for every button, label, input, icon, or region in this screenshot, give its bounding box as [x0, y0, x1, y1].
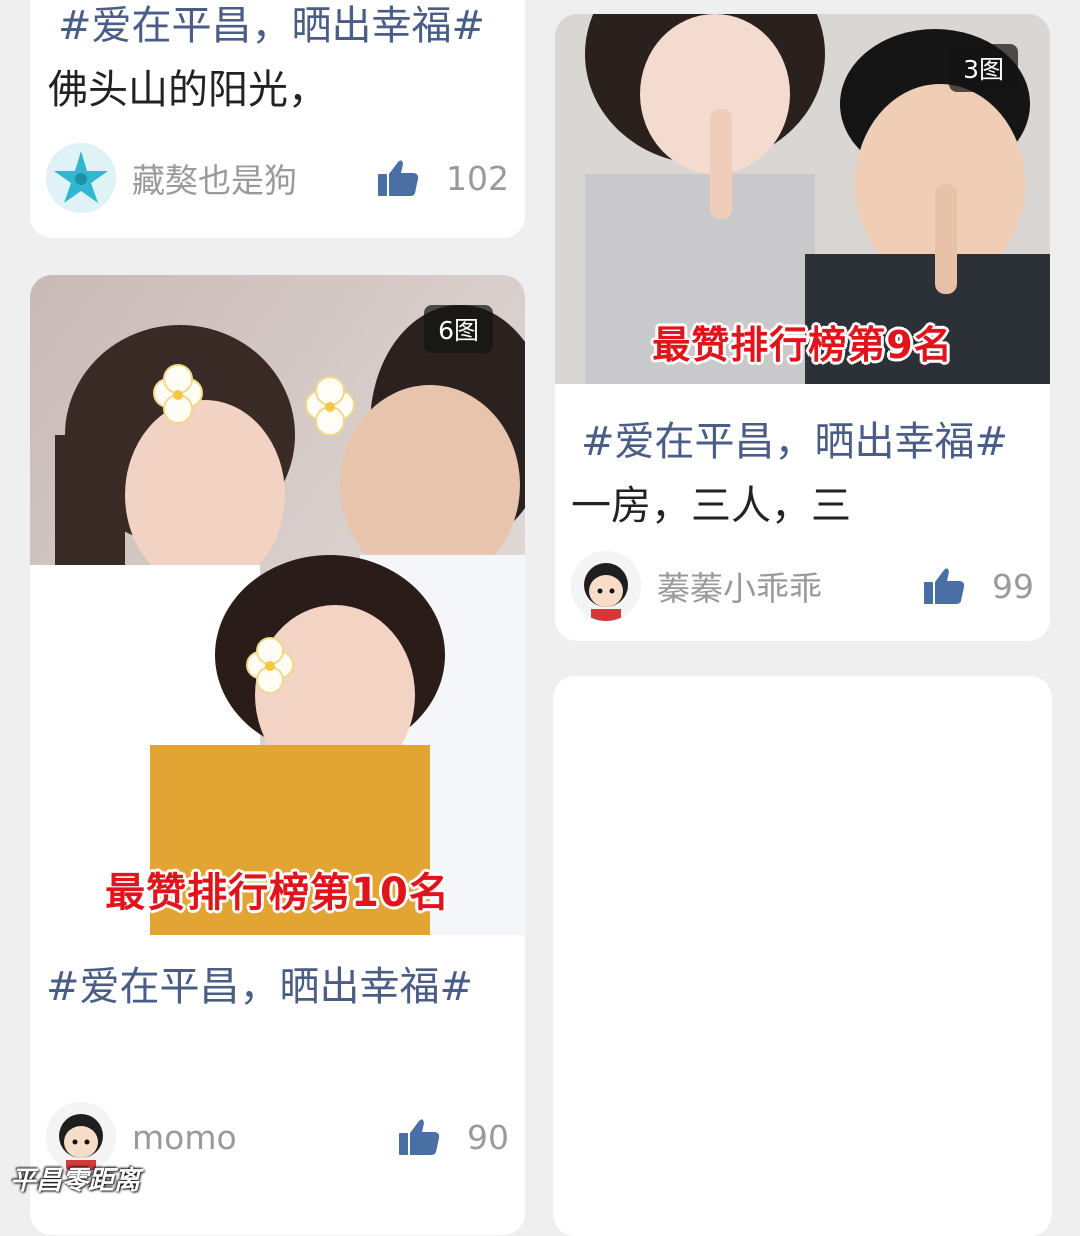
post-text: 佛头山的阳光，	[48, 67, 328, 113]
image-count-badge: 6图	[424, 305, 493, 353]
thumbs-up-icon[interactable]	[922, 566, 966, 606]
author-name[interactable]: momo	[132, 1118, 397, 1157]
rank-banner: 最赞排行榜第9名	[652, 323, 953, 367]
post-card-2[interactable]: 6图 最赞排行榜第10名 #爱在平昌，晒出幸福# momo 90	[30, 275, 525, 1235]
rank-banner: 最赞排行榜第10名	[105, 870, 450, 916]
post-title: #爱在平昌，晒出幸福# 佛头山的阳光，	[30, 0, 525, 122]
like-count: 99	[992, 566, 1034, 606]
thumbs-up-icon[interactable]	[376, 158, 420, 198]
post-card-placeholder	[553, 676, 1052, 1236]
post-photo[interactable]: 3图 最赞排行榜第9名	[555, 14, 1050, 384]
post-title: #爱在平昌，晒出幸福# 一房，三人，三	[555, 384, 1050, 538]
hashtag[interactable]: #爱在平昌，晒出幸福#	[48, 3, 485, 49]
hashtag[interactable]: #爱在平昌，晒出幸福#	[571, 419, 1008, 465]
post-meta: 蓁蓁小乖乖 99	[571, 550, 1034, 622]
author-name[interactable]: 藏獒也是狗	[132, 154, 376, 202]
watermark: 平昌零距离	[10, 1166, 141, 1196]
post-card-3[interactable]: 3图 最赞排行榜第9名 #爱在平昌，晒出幸福# 一房，三人，三 蓁蓁小乖乖 99	[555, 14, 1050, 641]
hashtag[interactable]: #爱在平昌，晒出幸福#	[46, 964, 473, 1010]
like-count: 90	[467, 1117, 509, 1157]
post-card-1[interactable]: #爱在平昌，晒出幸福# 佛头山的阳光， 藏獒也是狗 102	[30, 0, 525, 238]
like-count: 102	[446, 158, 509, 198]
image-count-badge: 3图	[949, 44, 1018, 92]
post-text: 一房，三人，三	[571, 483, 851, 529]
author-name[interactable]: 蓁蓁小乖乖	[657, 562, 922, 610]
thumbs-up-icon[interactable]	[397, 1117, 441, 1157]
avatar[interactable]	[571, 551, 641, 621]
post-meta: 藏獒也是狗 102	[46, 142, 509, 214]
post-photo[interactable]: 6图 最赞排行榜第10名	[30, 275, 525, 935]
post-title: #爱在平昌，晒出幸福#	[30, 935, 525, 1019]
avatar[interactable]	[46, 143, 116, 213]
